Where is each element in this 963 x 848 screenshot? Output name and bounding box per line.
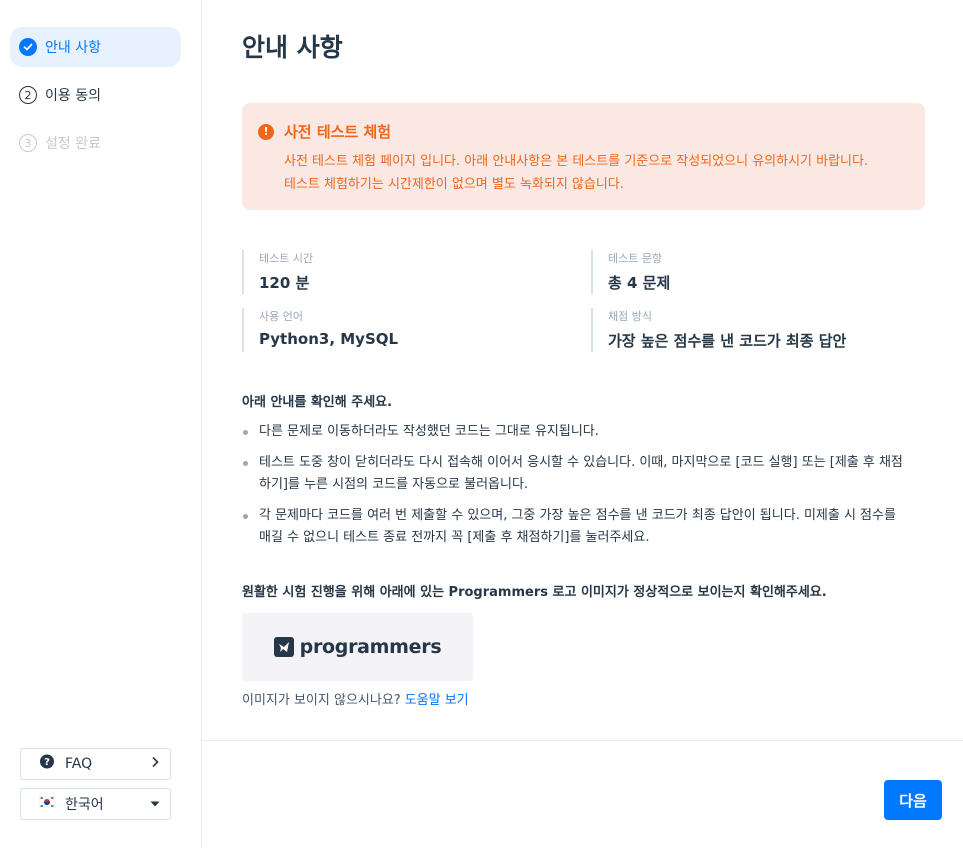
alert-title: 사전 테스트 체험 — [284, 123, 392, 141]
info-value: Python3, MySQL — [259, 330, 399, 348]
page-title: 안내 사항 — [242, 33, 343, 62]
list-item: 각 문제마다 코드를 여러 번 제출할 수 있으며, 그중 가장 높은 점수를 … — [242, 505, 912, 549]
help-link[interactable]: 도움말 보기 — [405, 693, 469, 708]
info-key: 사용 언어 — [259, 310, 303, 323]
list-item: 테스트 도중 창이 닫히더라도 다시 접속해 이어서 응시할 수 있습니다. 이… — [242, 452, 912, 496]
programmers-logo: programmers — [242, 613, 473, 681]
sidebar: 안내 사항 2 이용 동의 3 설정 완료 ? FAQ 한국어 — [0, 0, 202, 848]
info-value: 총 4 문제 — [608, 274, 671, 292]
footer-divider — [202, 740, 963, 741]
notice-list: 다른 문제로 이동하더라도 작성했던 코드는 그대로 유지됩니다. 테스트 도중… — [242, 421, 912, 558]
question-circle-icon: ? — [39, 754, 55, 774]
info-icon: ! — [258, 123, 274, 140]
step-label: 이용 동의 — [45, 88, 101, 104]
korea-flag-icon — [38, 795, 56, 812]
info-key: 테스트 문항 — [608, 252, 663, 265]
caret-down-icon — [150, 796, 160, 812]
info-key: 테스트 시간 — [259, 252, 314, 265]
info-grading: 채점 방식 가장 높은 점수를 낸 코드가 최종 답안 — [591, 308, 921, 352]
main-content: 안내 사항 ! 사전 테스트 체험 사전 테스트 체험 페이지 입니다. 아래 … — [202, 0, 963, 848]
alert-line: 테스트 체험하기는 시간제한이 없으며 별도 녹화되지 않습니다. — [284, 177, 624, 192]
check-circle-icon — [19, 38, 37, 56]
alert-line: 사전 테스트 체험 페이지 입니다. 아래 안내사항은 본 테스트를 기준으로 … — [284, 154, 869, 169]
step-notice[interactable]: 안내 사항 — [10, 27, 181, 67]
next-button[interactable]: 다음 — [884, 780, 942, 820]
chevron-right-icon — [150, 756, 160, 772]
faq-button[interactable]: ? FAQ — [20, 748, 171, 780]
notice-alert: ! 사전 테스트 체험 사전 테스트 체험 페이지 입니다. 아래 안내사항은 … — [242, 103, 925, 210]
programmers-logo-wordmark: programmers — [299, 636, 442, 658]
info-test-time: 테스트 시간 120 분 — [242, 250, 572, 294]
info-value: 가장 높은 점수를 낸 코드가 최종 답안 — [608, 332, 847, 350]
language-select[interactable]: 한국어 — [20, 788, 171, 820]
logo-check-title: 원활한 시험 진행을 위해 아래에 있는 Programmers 로고 이미지가… — [242, 585, 827, 600]
list-item: 다른 문제로 이동하더라도 작성했던 코드는 그대로 유지됩니다. — [242, 421, 912, 443]
step-setup-complete: 3 설정 완료 — [10, 123, 181, 163]
step-label: 안내 사항 — [45, 40, 101, 56]
step-number-icon: 2 — [19, 86, 37, 104]
step-agreement[interactable]: 2 이용 동의 — [10, 75, 181, 115]
faq-label: FAQ — [65, 756, 93, 772]
help-text-row: 이미지가 보이지 않으시나요? 도움말 보기 — [242, 689, 469, 708]
help-text: 이미지가 보이지 않으시나요? — [242, 693, 401, 708]
programmers-logo-icon — [273, 637, 294, 657]
info-test-questions: 테스트 문항 총 4 문제 — [591, 250, 921, 294]
info-key: 채점 방식 — [608, 310, 652, 323]
language-label: 한국어 — [65, 797, 104, 813]
svg-text:?: ? — [44, 757, 50, 768]
notice-title: 아래 안내를 확인해 주세요. — [242, 395, 393, 410]
info-language: 사용 언어 Python3, MySQL — [242, 308, 572, 352]
info-value: 120 분 — [259, 274, 310, 292]
step-label: 설정 완료 — [45, 136, 101, 152]
step-number-icon: 3 — [19, 134, 37, 152]
